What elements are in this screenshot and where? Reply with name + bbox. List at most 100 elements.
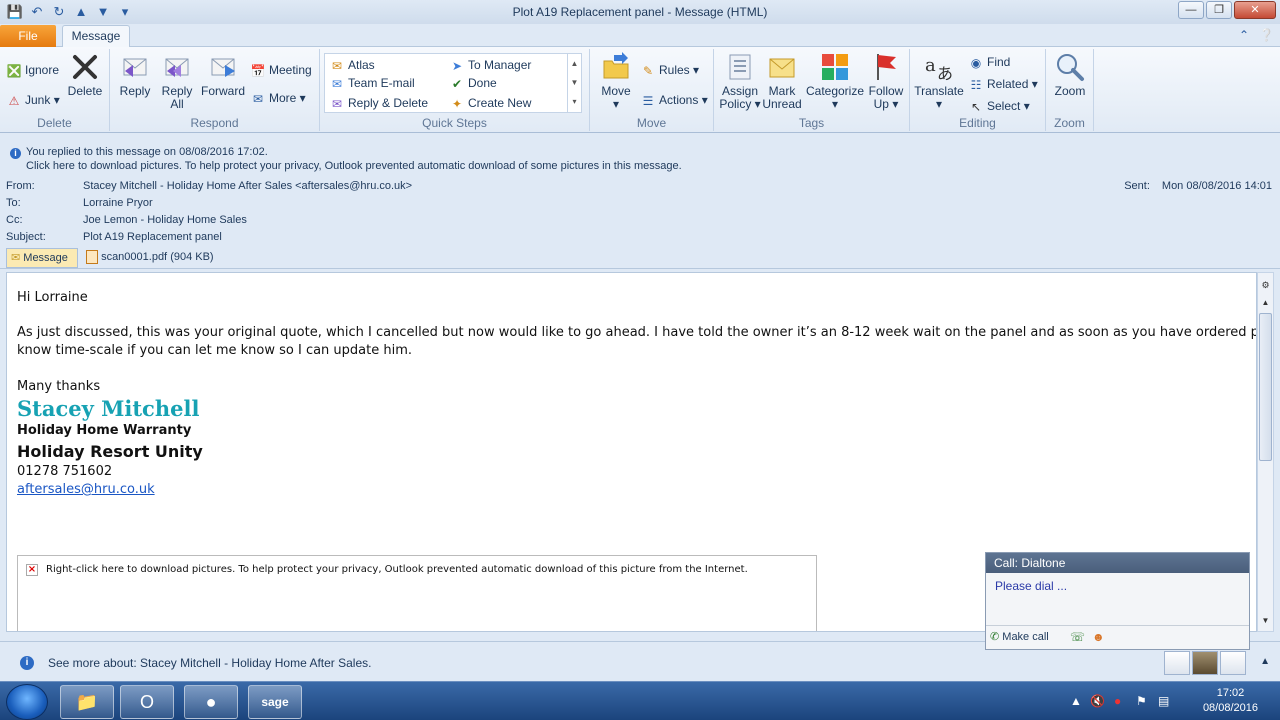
avatar[interactable]: [1164, 651, 1190, 675]
quickstep-atlas[interactable]: ✉ Atlas: [329, 56, 375, 74]
quickstep-envelope-icon: ✉: [331, 58, 343, 73]
editing-group: aあ Translate ▾ ◉ Find ☷ Related ▾ ↖ Select ▾…: [910, 49, 1046, 131]
scroll-up-arrow[interactable]: ▲: [1258, 295, 1273, 311]
call-popup-header: Call: Dialtone: [986, 553, 1249, 573]
start-button[interactable]: [6, 684, 48, 720]
forward-button[interactable]: Forward: [200, 51, 246, 98]
reply-delete-icon: ✉: [331, 96, 343, 111]
expand-people-pane-icon[interactable]: ▲: [1260, 656, 1270, 667]
reply-button[interactable]: Reply: [116, 51, 154, 98]
people-avatars: [1164, 651, 1246, 675]
categorize-button[interactable]: Categorize ▾: [804, 51, 866, 111]
close-button[interactable]: ✕: [1234, 1, 1276, 19]
quickstep-create-new[interactable]: ✦ Create New: [449, 94, 531, 112]
junk-icon: ⚠: [8, 93, 20, 108]
avatar[interactable]: [1192, 651, 1218, 675]
from-value[interactable]: Stacey Mitchell - Holiday Home After Sal…: [83, 180, 412, 192]
find-button[interactable]: ◉ Find: [968, 53, 1011, 71]
attachment-pdf[interactable]: scan0001.pdf (904 KB): [86, 248, 214, 268]
window-title: Plot A19 Replacement panel - Message (HT…: [512, 5, 768, 19]
more-respond-button[interactable]: ✉ More ▾: [250, 89, 306, 107]
outlook-connector-icon[interactable]: ⚙: [1258, 277, 1273, 293]
attachment-bar: ✉ Message scan0001.pdf (904 KB): [0, 247, 1280, 269]
record-icon[interactable]: ●: [1114, 694, 1121, 708]
actions-icon: ☰: [642, 93, 654, 108]
translate-button[interactable]: aあ Translate ▾: [914, 51, 964, 111]
tab-file[interactable]: File: [0, 25, 56, 47]
firefox-icon[interactable]: ●: [184, 685, 238, 719]
tray-expand-icon[interactable]: ▲: [1070, 694, 1082, 708]
zoom-button[interactable]: Zoom: [1050, 51, 1090, 98]
respond-group: Reply Reply All Forward 📅 Meeting ✉ More ▾ …: [110, 49, 320, 131]
ignore-button[interactable]: ❎ Ignore: [6, 61, 60, 79]
contact-icon[interactable]: ☻: [1092, 630, 1105, 644]
delete-group: ❎ Ignore ⚠ Junk ▾ Delete Delete: [0, 49, 110, 131]
signature-email-link[interactable]: aftersales@hru.co.uk: [17, 482, 155, 497]
greeting: Hi Lorraine: [17, 290, 88, 305]
avatar[interactable]: [1220, 651, 1246, 675]
follow-up-button[interactable]: Follow Up ▾: [866, 51, 906, 111]
minimize-button[interactable]: —: [1178, 1, 1204, 19]
phone-icon: ✆: [990, 631, 1000, 643]
to-value[interactable]: Lorraine Pryor: [83, 197, 153, 209]
broken-image-icon: ×: [26, 564, 38, 576]
download-pictures-notice[interactable]: Click here to download pictures. To help…: [26, 160, 682, 172]
blocked-picture[interactable]: × Right-click here to download pictures.…: [17, 555, 817, 631]
message-view-button[interactable]: ✉ Message: [6, 248, 78, 268]
reply-icon: [123, 58, 147, 77]
phone-transfer-icon[interactable]: ☏: [1070, 630, 1085, 644]
quickstep-done[interactable]: ✔ Done: [449, 74, 497, 92]
outlook-icon[interactable]: O: [120, 685, 174, 719]
body-paragraph-line-2: know time-scale if you can let me know s…: [17, 343, 413, 358]
select-button[interactable]: ↖ Select ▾: [968, 97, 1030, 115]
assign-policy-icon: [729, 54, 751, 80]
delete-button[interactable]: Delete: [64, 51, 106, 98]
quick-steps-scroller[interactable]: ▲ ▼ ▾: [567, 54, 581, 112]
quick-steps-group: ✉ Atlas ✉ Team E-mail ✉ Reply & Delete ➤ To …: [320, 49, 590, 131]
related-button[interactable]: ☷ Related ▾: [968, 75, 1038, 93]
tab-message[interactable]: Message: [62, 25, 130, 48]
see-more-about[interactable]: See more about: Stacey Mitchell - Holida…: [48, 656, 371, 670]
network-icon[interactable]: ▤: [1158, 694, 1169, 708]
junk-button[interactable]: ⚠ Junk ▾: [6, 91, 60, 109]
info-bar: i You replied to this message on 08/08/2…: [0, 134, 1280, 176]
reply-all-button[interactable]: Reply All: [158, 51, 196, 111]
help-icon[interactable]: ❔: [1259, 28, 1274, 42]
quickstep-reply-delete[interactable]: ✉ Reply & Delete: [329, 94, 428, 112]
maximize-button[interactable]: ❐: [1206, 1, 1232, 19]
clock[interactable]: 17:02 08/08/2016: [1203, 686, 1258, 716]
meeting-button[interactable]: 📅 Meeting: [250, 61, 312, 79]
move-button[interactable]: Move ▾: [596, 51, 636, 111]
call-popup: Call: Dialtone Please dial ... ✆ Make ca…: [985, 552, 1250, 650]
cc-value[interactable]: Joe Lemon - Holiday Home Sales: [83, 214, 247, 226]
dial-prompt[interactable]: Please dial ...: [995, 579, 1067, 593]
quickstep-to-manager[interactable]: ➤ To Manager: [449, 56, 531, 74]
replied-notice: You replied to this message on 08/08/201…: [26, 146, 268, 158]
file-explorer-icon[interactable]: 📁: [60, 685, 114, 719]
calendar-icon: 📅: [250, 63, 266, 78]
volume-muted-icon[interactable]: 🔇: [1090, 694, 1105, 708]
system-tray: ▲ 🔇 ● ⚑ ▤ 17:02 08/08/2016: [1060, 682, 1280, 720]
body-scrollbar[interactable]: ⚙ ▲ ▼: [1257, 272, 1274, 632]
closing: Many thanks: [17, 379, 101, 394]
mark-unread-button[interactable]: Mark Unread: [762, 51, 802, 111]
signature-phone: 01278 751602: [17, 464, 113, 479]
scroll-down-arrow[interactable]: ▼: [1258, 613, 1273, 629]
more-icon: ✉: [252, 91, 264, 106]
binoculars-icon: ◉: [970, 55, 982, 70]
blocked-picture-text: Right-click here to download pictures. T…: [46, 564, 748, 575]
make-call-button[interactable]: ✆ Make call: [990, 630, 1049, 643]
actions-button[interactable]: ☰ Actions ▾: [640, 91, 708, 109]
pdf-icon: [86, 250, 98, 265]
rules-button[interactable]: ✎ Rules ▾: [640, 61, 699, 79]
ribbon-tabs: File Message ⌃ ❔: [0, 24, 1280, 48]
rules-icon: ✎: [642, 63, 654, 78]
flag-tray-icon[interactable]: ⚑: [1136, 694, 1147, 708]
svg-text:a: a: [925, 55, 936, 76]
collapse-ribbon-icon[interactable]: ⌃: [1239, 28, 1249, 42]
scroll-thumb[interactable]: [1259, 313, 1272, 461]
quickstep-team-email[interactable]: ✉ Team E-mail: [329, 74, 415, 92]
subject-value: Plot A19 Replacement panel: [83, 231, 222, 243]
assign-policy-button[interactable]: Assign Policy ▾: [718, 51, 762, 111]
sage-icon[interactable]: sage: [248, 685, 302, 719]
